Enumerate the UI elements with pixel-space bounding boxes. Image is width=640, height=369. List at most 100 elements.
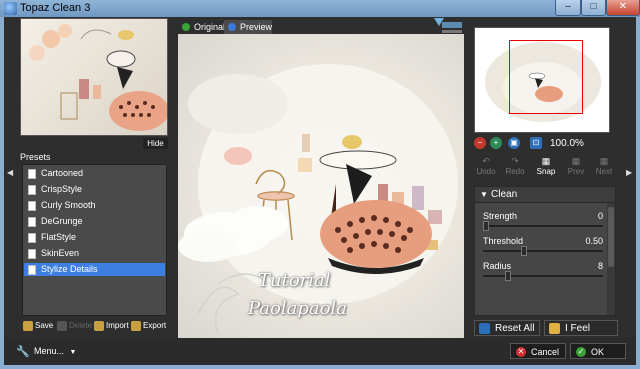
save-icon (23, 321, 33, 331)
preset-label: CrispStyle (41, 184, 83, 194)
document-icon (28, 185, 36, 195)
watermark-line-2: Paolapaola (248, 298, 347, 319)
document-icon (28, 201, 36, 211)
document-icon (28, 217, 36, 227)
export-preset-button[interactable]: Export (130, 320, 166, 332)
presets-list: Cartooned CrispStyle Curly Smooth DeGrunge F… (22, 164, 167, 316)
preset-item[interactable]: FlatStyle (24, 231, 165, 244)
cancel-icon: ✕ (516, 347, 526, 357)
presets-heading: Presets (20, 152, 51, 162)
undo-button[interactable]: ↶ Undo (474, 156, 498, 176)
next-icon: ▦ (599, 156, 609, 166)
dropdown-arrow-icon: ▼ (69, 349, 77, 356)
param-radius-slider[interactable]: Radius 8 (483, 261, 603, 287)
close-button[interactable]: ✕ (606, 0, 640, 16)
preset-item[interactable]: DeGrunge (24, 215, 165, 228)
bottom-bar: 🔧 Menu... ▼ ✕ Cancel ✓ OK (4, 338, 636, 365)
zoom-100-icon[interactable]: ⊡ (530, 137, 542, 149)
watermark-line-1: Tutorial (258, 270, 331, 291)
document-icon (28, 249, 36, 259)
tab-preview[interactable]: Preview (224, 20, 272, 34)
view-tabs: Original Preview (178, 20, 464, 34)
param-label: Strength (483, 211, 518, 221)
prev-icon: ▦ (571, 156, 581, 166)
ok-icon: ✓ (576, 347, 586, 357)
redo-icon: ↷ (511, 156, 519, 166)
title-bar: Topaz Clean 3 – □ ✕ (0, 0, 640, 17)
document-icon (28, 169, 36, 179)
preset-item[interactable]: CrispStyle (24, 183, 165, 196)
slider-knob[interactable] (483, 221, 489, 231)
hide-thumbnail-button[interactable]: Hide (143, 138, 168, 149)
settings-scrollbar[interactable] (607, 203, 615, 315)
collapse-left-icon[interactable]: ◀ (7, 168, 13, 177)
zoom-fit-icon[interactable]: ▣ (508, 137, 520, 149)
collapse-right-icon[interactable]: ▶ (626, 168, 632, 177)
preset-label: Stylize Details (41, 264, 98, 274)
tab-original[interactable]: Original (178, 20, 225, 34)
presets-toolbar: Save Delete Import Export (22, 320, 167, 332)
cancel-button[interactable]: ✕ Cancel (510, 343, 566, 359)
reset-icon (479, 323, 490, 334)
scrollbar-thumb[interactable] (608, 207, 614, 267)
slider-knob[interactable] (505, 271, 511, 281)
preset-item[interactable]: Cartooned (24, 167, 165, 180)
preset-label: Cartooned (41, 168, 84, 178)
param-label: Threshold (483, 236, 524, 246)
zoom-out-icon[interactable]: − (474, 137, 486, 149)
minimize-button[interactable]: – (555, 0, 581, 16)
delete-preset-button[interactable]: Delete (56, 320, 92, 332)
preset-item[interactable]: Stylize Details (24, 263, 165, 276)
redo-button[interactable]: ↷ Redo (503, 156, 527, 176)
param-value: 0 (597, 211, 603, 221)
prev-button[interactable]: ▦ Prev (564, 156, 588, 176)
tools-row: ↶ Undo ↷ Redo ▦ Snap ▦ Prev ▦ Next (474, 156, 616, 180)
param-value: 0.50 (585, 236, 603, 246)
feel-lucky-button[interactable]: I Feel Lucky! (544, 320, 618, 350)
menu-button[interactable]: 🔧 Menu... ▼ (16, 344, 76, 358)
preset-label: DeGrunge (41, 216, 83, 226)
preset-item[interactable]: Curly Smooth (24, 199, 165, 212)
reset-all-button[interactable]: Reset All (474, 320, 540, 336)
settings-panel: ▼ Clean Strength 0 Threshold 0.50 Radius 8 (474, 186, 616, 316)
slider-track[interactable] (483, 225, 603, 227)
zoom-controls: − + ▣ ⊡ 100.0% (474, 137, 610, 151)
snap-button[interactable]: ▦ Snap (534, 156, 558, 176)
slider-track[interactable] (483, 275, 603, 277)
wrench-icon: 🔧 (16, 346, 30, 358)
slider-track[interactable] (483, 250, 603, 252)
zoom-in-icon[interactable]: + (490, 137, 502, 149)
next-button[interactable]: ▦ Next (592, 156, 616, 176)
original-thumbnail (20, 18, 168, 136)
delete-icon (57, 321, 67, 331)
collapse-triangle-icon: ▼ (480, 190, 488, 199)
save-preset-button[interactable]: Save (22, 320, 53, 332)
param-label: Radius (483, 261, 512, 271)
preset-label: SkinEven (41, 248, 80, 258)
app-icon (4, 2, 17, 15)
preview-canvas[interactable]: Tutorial Paolapaola (178, 34, 464, 338)
window-title: Topaz Clean 3 (20, 2, 91, 14)
document-icon (28, 233, 36, 243)
param-value: 8 (597, 261, 603, 271)
import-preset-button[interactable]: Import (93, 320, 129, 332)
export-icon (131, 321, 141, 331)
navigator-viewport-rect[interactable] (509, 40, 583, 114)
param-threshold-slider[interactable]: Threshold 0.50 (483, 236, 603, 262)
original-dot-icon (182, 23, 190, 31)
ok-button[interactable]: ✓ OK (570, 343, 626, 359)
preview-dot-icon (228, 23, 236, 31)
import-icon (94, 321, 104, 331)
preset-item[interactable]: SkinEven (24, 247, 165, 260)
navigator-thumbnail[interactable] (474, 27, 610, 133)
undo-icon: ↶ (482, 156, 490, 166)
preset-label: Curly Smooth (41, 200, 96, 210)
param-strength-slider[interactable]: Strength 0 (483, 211, 603, 237)
preset-label: FlatStyle (41, 232, 77, 242)
lucky-icon (549, 323, 560, 334)
document-icon (28, 265, 36, 275)
maximize-button[interactable]: □ (581, 0, 606, 16)
slider-knob[interactable] (521, 246, 527, 256)
clean-section-header[interactable]: ▼ Clean (475, 187, 615, 203)
zoom-level: 100.0% (550, 138, 584, 149)
